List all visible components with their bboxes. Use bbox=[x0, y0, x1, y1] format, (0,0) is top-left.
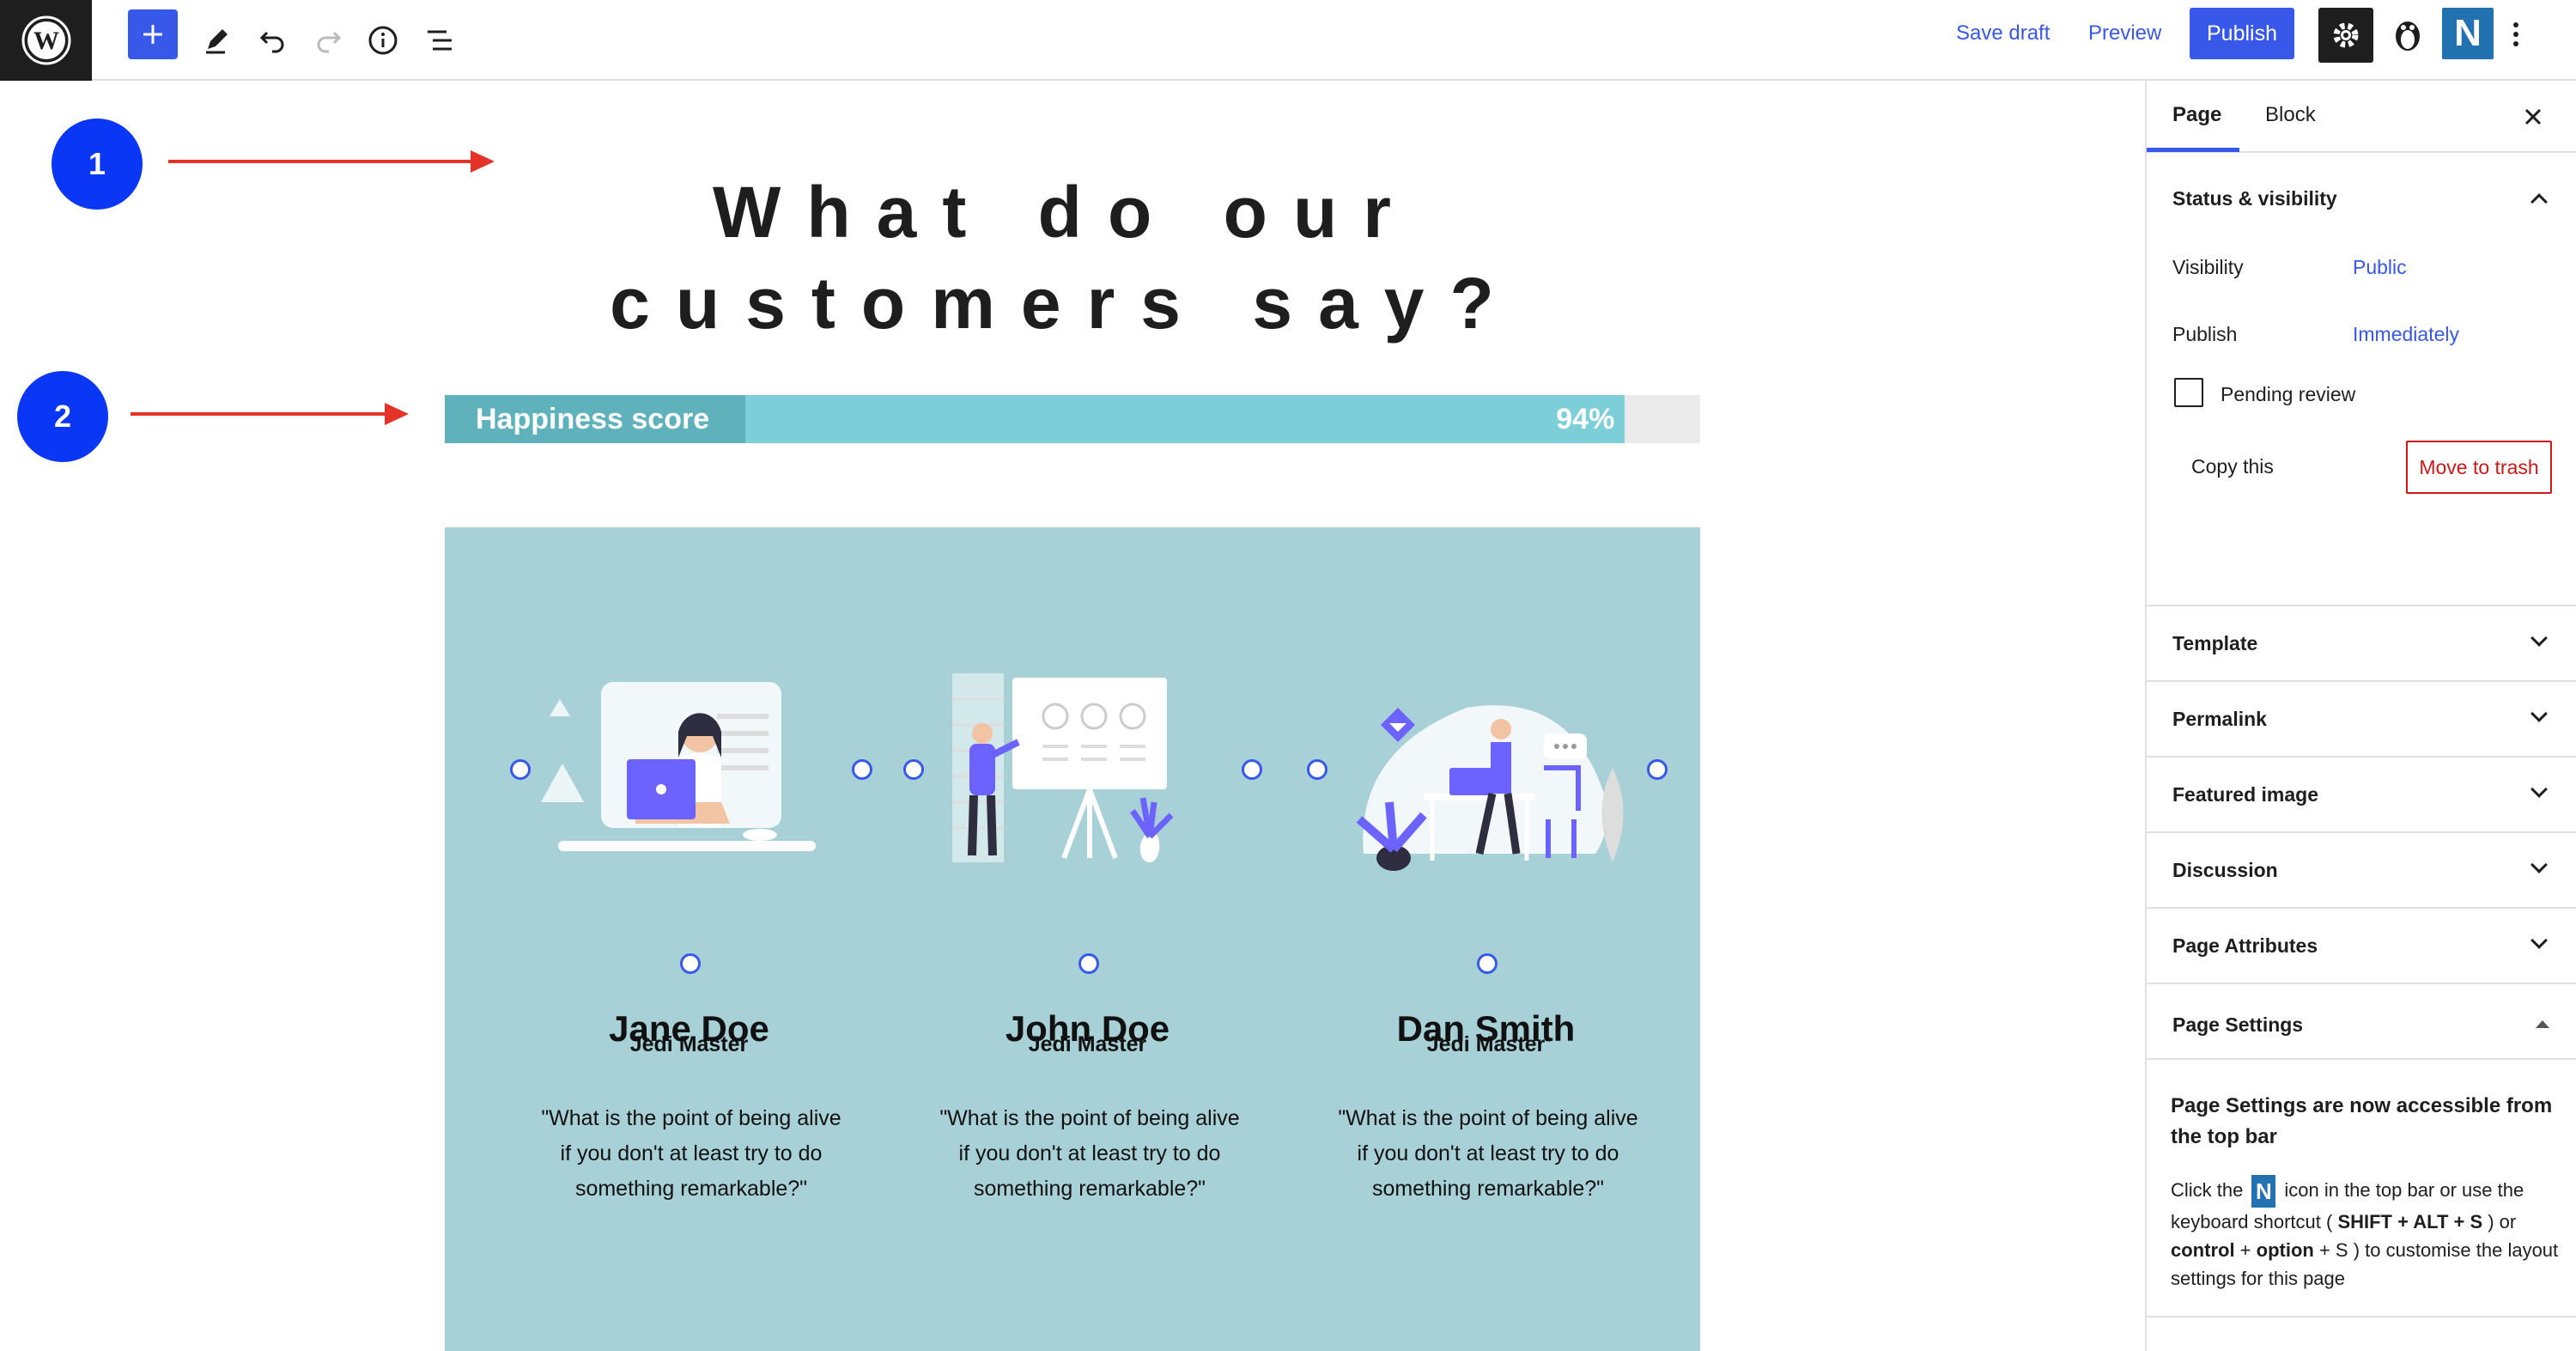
resize-handle[interactable] bbox=[852, 759, 872, 780]
pencil-icon[interactable] bbox=[192, 16, 240, 64]
chevron-down-icon bbox=[2530, 856, 2548, 873]
panel-title: Permalink bbox=[2172, 708, 2267, 730]
featured-image-panel[interactable]: Featured image bbox=[2147, 758, 2576, 833]
testimonial-card[interactable]: John Doe Jedi Master "What is the point … bbox=[888, 527, 1287, 1300]
editor-topbar: W Save draft Preview Publish N bbox=[0, 0, 2576, 81]
notice-body: Click the Nicon in the top bar or use the… bbox=[2171, 1175, 2559, 1293]
resize-handle[interactable] bbox=[1307, 759, 1327, 780]
chevron-down-icon bbox=[2530, 630, 2548, 647]
undo-icon[interactable] bbox=[249, 16, 297, 64]
status-visibility-panel: Status & visibility Visibility Public Pu… bbox=[2147, 153, 2576, 606]
chevron-down-icon bbox=[2530, 781, 2548, 798]
resize-handle[interactable] bbox=[1477, 953, 1498, 974]
visibility-value[interactable]: Public bbox=[2353, 256, 2407, 279]
resize-handle[interactable] bbox=[903, 759, 924, 780]
resize-handle[interactable] bbox=[510, 759, 531, 780]
add-block-button[interactable] bbox=[128, 9, 178, 59]
page-settings-notice: Page Settings are now accessible from th… bbox=[2147, 1060, 2576, 1318]
penguin-icon[interactable] bbox=[2384, 10, 2432, 58]
shortcut-text: SHIFT + ALT + S bbox=[2337, 1211, 2483, 1232]
template-panel[interactable]: Template bbox=[2147, 606, 2576, 682]
page-settings-panel[interactable]: Page Settings bbox=[2147, 984, 2576, 1060]
progress-label: Happiness score bbox=[445, 395, 745, 443]
callout-1: 1 bbox=[52, 119, 143, 210]
page-attributes-panel[interactable]: Page Attributes bbox=[2147, 909, 2576, 984]
close-icon[interactable] bbox=[2523, 106, 2543, 127]
tab-block[interactable]: Block bbox=[2265, 103, 2316, 127]
page-heading[interactable]: What do our customers say? bbox=[447, 167, 1683, 349]
permalink-panel[interactable]: Permalink bbox=[2147, 682, 2576, 758]
shortcut-text: option bbox=[2256, 1239, 2314, 1261]
publish-label: Publish bbox=[2172, 323, 2238, 345]
visibility-label: Visibility bbox=[2172, 256, 2244, 278]
notice-text: Click the bbox=[2171, 1178, 2244, 1201]
chevron-down-icon bbox=[2530, 705, 2548, 722]
resize-handle[interactable] bbox=[1078, 953, 1099, 974]
testimonial-role: Jedi Master bbox=[629, 1032, 749, 1056]
notice-title: Page Settings are now accessible from th… bbox=[2171, 1094, 2553, 1148]
pending-review-checkbox[interactable] bbox=[2174, 378, 2203, 407]
panel-title: Template bbox=[2172, 632, 2258, 654]
sidebar-tabs: Page Block bbox=[2147, 81, 2576, 153]
list-view-icon[interactable] bbox=[416, 16, 464, 64]
pending-review-label: Pending review bbox=[2221, 383, 2356, 405]
save-draft-button[interactable]: Save draft bbox=[1956, 19, 2050, 48]
chevron-down-icon bbox=[2530, 932, 2548, 949]
publish-button[interactable]: Publish bbox=[2190, 8, 2294, 59]
man-desk-illustration bbox=[1356, 705, 1624, 871]
panel-title: Page Settings bbox=[2172, 1013, 2304, 1036]
preview-button[interactable]: Preview bbox=[2088, 19, 2161, 48]
testimonial-quote: "What is the point of being alive if you… bbox=[541, 1106, 841, 1201]
testimonial-card[interactable]: Dan Smith Jedi Master "What is the point… bbox=[1286, 527, 1686, 1300]
caret-up-icon bbox=[2536, 1020, 2549, 1028]
editor-canvas: What do our customers say? 1 2 Happiness… bbox=[0, 81, 2145, 1351]
tab-page[interactable]: Page bbox=[2172, 103, 2221, 127]
panel-title: Page Attributes bbox=[2172, 934, 2318, 957]
testimonial-role: Jedi Master bbox=[1426, 1032, 1546, 1056]
n-logo-icon[interactable]: N bbox=[2442, 8, 2494, 59]
presenter-illustration bbox=[952, 673, 1174, 862]
testimonial-quote: "What is the point of being alive if you… bbox=[1338, 1106, 1638, 1201]
copy-this-button[interactable]: Copy this bbox=[2191, 455, 2274, 478]
settings-button[interactable] bbox=[2318, 8, 2373, 63]
resize-handle[interactable] bbox=[680, 953, 701, 974]
panel-title: Featured image bbox=[2172, 783, 2318, 806]
gear-icon bbox=[2333, 22, 2359, 48]
arrow-1 bbox=[168, 150, 495, 173]
info-icon[interactable] bbox=[359, 16, 407, 64]
testimonial-role: Jedi Master bbox=[1028, 1032, 1147, 1056]
panel-title[interactable]: Status & visibility bbox=[2172, 187, 2337, 210]
woman-laptop-illustration bbox=[541, 682, 816, 851]
redo-icon[interactable] bbox=[304, 16, 352, 64]
testimonial-card[interactable]: Jane Doe Jedi Master "What is the point … bbox=[489, 527, 889, 1300]
shortcut-text: control bbox=[2171, 1239, 2235, 1261]
progress-percent: 94% bbox=[1556, 403, 1615, 435]
resize-handle[interactable] bbox=[1647, 759, 1668, 780]
plus-icon bbox=[143, 25, 162, 44]
happiness-progress-bar[interactable]: Happiness score 94% bbox=[445, 395, 1700, 443]
chevron-up-icon[interactable] bbox=[2530, 193, 2548, 210]
panel-title: Discussion bbox=[2172, 859, 2278, 881]
n-logo-icon: N bbox=[2251, 1175, 2276, 1208]
testimonials-section[interactable]: Jane Doe Jedi Master "What is the point … bbox=[445, 527, 1700, 1351]
move-to-trash-button[interactable]: Move to trash bbox=[2406, 441, 2552, 494]
more-vertical-icon[interactable] bbox=[2500, 10, 2531, 58]
svg-text:W: W bbox=[33, 27, 59, 55]
arrow-2 bbox=[131, 403, 409, 425]
discussion-panel[interactable]: Discussion bbox=[2147, 833, 2576, 909]
active-tab-indicator bbox=[2147, 148, 2239, 152]
publish-value[interactable]: Immediately bbox=[2353, 323, 2459, 346]
testimonial-quote: "What is the point of being alive if you… bbox=[939, 1106, 1240, 1201]
wordpress-logo-icon[interactable]: W bbox=[0, 0, 92, 81]
resize-handle[interactable] bbox=[1242, 759, 1262, 780]
callout-2: 2 bbox=[17, 371, 108, 462]
settings-sidebar: Page Block Status & visibility Visibilit… bbox=[2145, 81, 2576, 1351]
